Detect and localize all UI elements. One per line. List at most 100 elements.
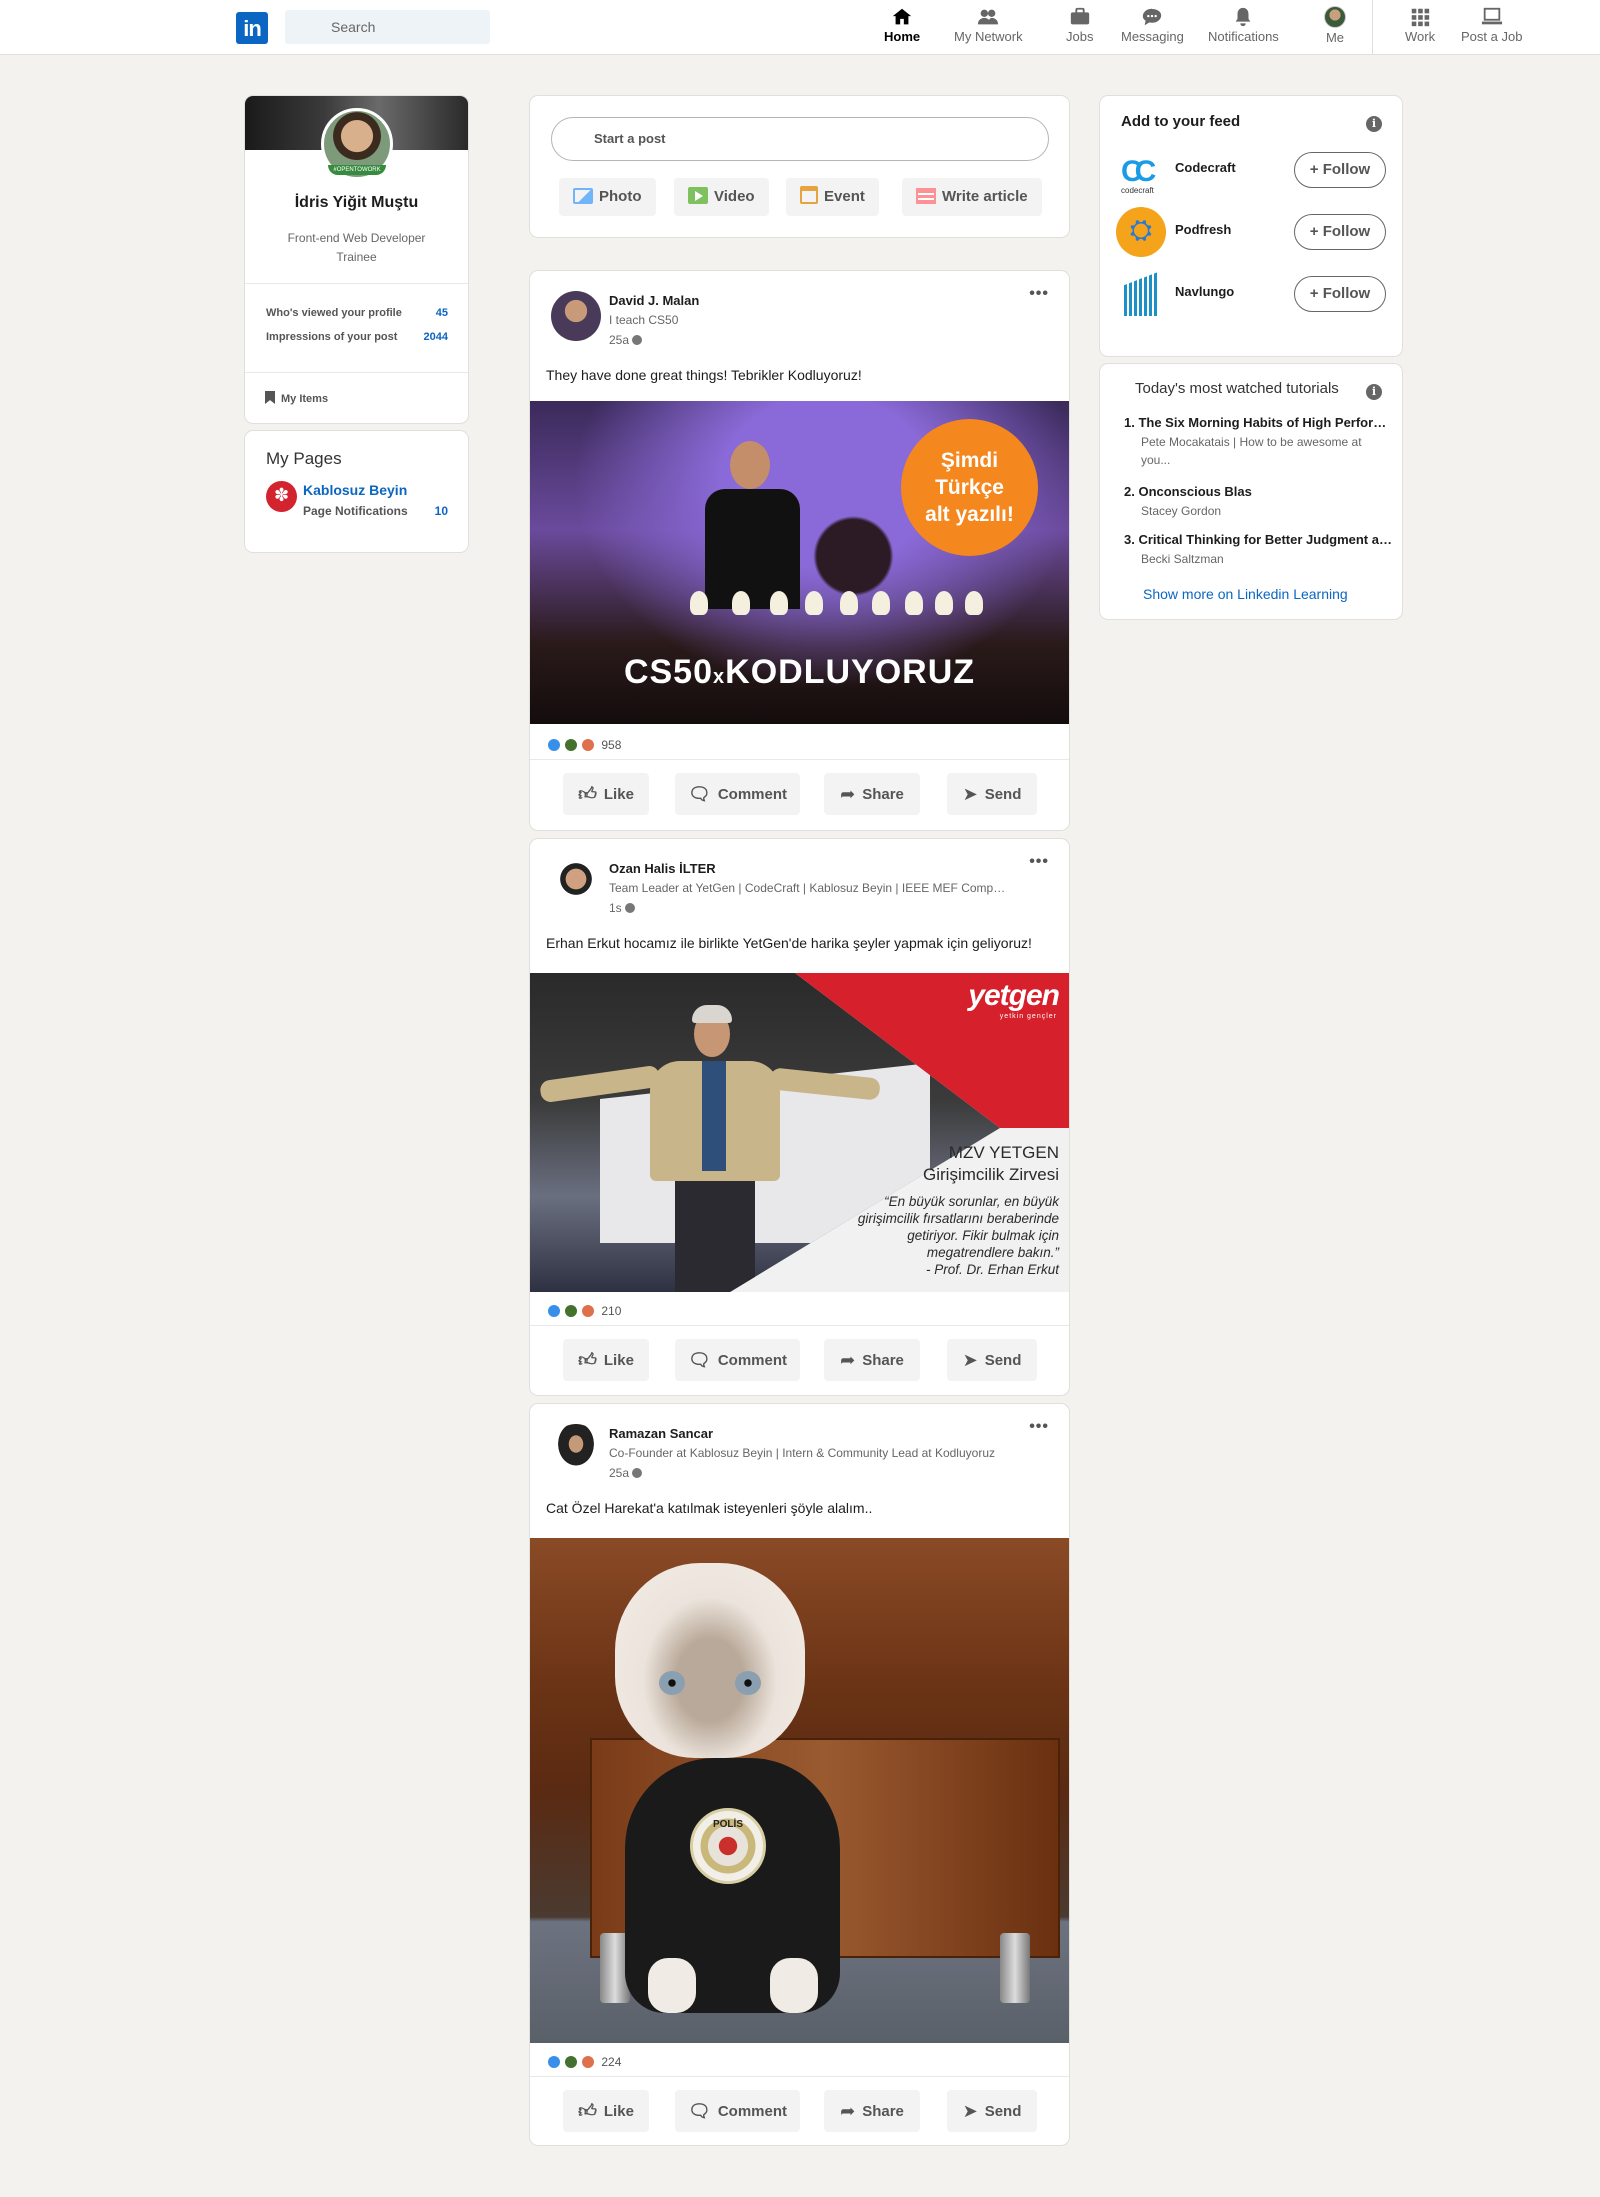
author-avatar[interactable]	[551, 859, 601, 909]
kablosuz-beyin-logo-icon[interactable]	[266, 481, 297, 512]
author-avatar[interactable]	[551, 291, 601, 341]
nav-me[interactable]: Me	[1324, 6, 1346, 45]
author-headline: Co-Founder at Kablosuz Beyin | Intern & …	[609, 1446, 995, 1460]
video-button[interactable]: Video	[674, 178, 769, 216]
reaction-number: 210	[601, 1304, 622, 1318]
follow-button[interactable]: + Follow	[1294, 214, 1386, 250]
page-notifications[interactable]: Page Notifications 10	[303, 504, 448, 518]
page-notifications-count: 10	[434, 504, 448, 518]
profile-avatar[interactable]	[321, 108, 393, 180]
author-name[interactable]: Ramazan Sancar	[609, 1426, 713, 1441]
more-options-icon[interactable]: •••	[1029, 285, 1049, 303]
follow-button[interactable]: + Follow	[1294, 276, 1386, 312]
bulb	[965, 591, 983, 615]
nav-work[interactable]: Work	[1405, 6, 1435, 44]
post-image[interactable]: Şimdi Türkçe alt yazılı! CS50xKODLUYORUZ	[530, 401, 1069, 724]
author-name[interactable]: Ozan Halis İLTER	[609, 861, 716, 876]
event-title: MZV YETGEN	[948, 1143, 1059, 1162]
page-name-link[interactable]: Kablosuz Beyin	[303, 482, 407, 498]
nav-post-a-job[interactable]: Post a Job	[1461, 6, 1522, 44]
reactions-count[interactable]: 210	[547, 1304, 621, 1318]
cat-eye	[659, 1671, 685, 1695]
share-button[interactable]: ➦ Share	[824, 2090, 920, 2132]
post-image[interactable]: POLİS	[530, 1538, 1069, 2043]
action-label: Send	[984, 2103, 1022, 2120]
badge-line: Türkçe	[935, 476, 1004, 499]
start-post-card: Start a post Photo Video Event Write art…	[530, 96, 1069, 237]
divider	[530, 2076, 1069, 2077]
navlungo-logo-icon[interactable]	[1124, 272, 1158, 316]
nav-messaging[interactable]: Messaging	[1121, 6, 1184, 44]
follow-button[interactable]: + Follow	[1294, 152, 1386, 188]
post-impressions-stat[interactable]: Impressions of your post 2044	[266, 331, 448, 343]
reactions-count[interactable]: 958	[547, 738, 621, 752]
podfresh-logo-icon[interactable]	[1116, 207, 1166, 257]
reactions-count[interactable]: 224	[547, 2055, 621, 2069]
author-avatar[interactable]	[551, 1424, 601, 1474]
author-name[interactable]: David J. Malan	[609, 293, 699, 308]
quote-author: - Prof. Dr. Erhan Erkut	[925, 1262, 1059, 1277]
post-image[interactable]: yetgen yetkin gençler MZV YETGEN Girişim…	[530, 973, 1069, 1292]
share-button[interactable]: ➦ Share	[824, 773, 920, 815]
calendar-icon	[800, 186, 818, 204]
post-time: 25a	[609, 333, 643, 347]
event-button[interactable]: Event	[786, 178, 879, 216]
nav-notifications[interactable]: Notifications	[1208, 6, 1279, 44]
info-icon[interactable]: i	[1366, 384, 1382, 400]
speaker-figure	[700, 441, 800, 671]
like-button[interactable]: 👍︎ Like	[563, 2090, 649, 2132]
comment-icon: 🗨︎	[687, 1350, 711, 1370]
my-items-link[interactable]: My Items	[265, 391, 328, 405]
feed-post: David J. Malan I teach CS50 25a ••• They…	[530, 271, 1069, 830]
badge-line: Şimdi	[940, 449, 999, 472]
send-icon: ➤	[962, 1350, 978, 1370]
send-button[interactable]: ➤ Send	[947, 773, 1037, 815]
feed-suggestion-name[interactable]: Navlungo	[1175, 284, 1234, 299]
tutorial-item[interactable]: 3. Critical Thinking for Better Judgment…	[1124, 532, 1392, 568]
comment-button[interactable]: 🗨︎ Comment	[675, 2090, 800, 2132]
feed-suggestion-name[interactable]: Codecraft	[1175, 160, 1236, 175]
add-to-feed-title: Add to your feed	[1121, 113, 1241, 130]
search-input[interactable]	[285, 10, 490, 44]
tutorial-item[interactable]: 1. The Six Morning Habits of High Perfor…	[1124, 415, 1392, 469]
badge-line: alt yazılı!	[925, 503, 1014, 526]
photo-icon	[573, 188, 593, 204]
nav-label: My Network	[954, 29, 1023, 44]
linkedin-logo-icon[interactable]: in	[236, 12, 268, 44]
info-icon[interactable]: i	[1366, 116, 1382, 132]
thumbs-up-icon: 👍︎	[578, 784, 597, 804]
comment-button[interactable]: 🗨︎ Comment	[675, 1339, 800, 1381]
write-article-button[interactable]: Write article	[902, 178, 1042, 216]
send-button[interactable]: ➤ Send	[947, 2090, 1037, 2132]
profile-views-stat[interactable]: Who's viewed your profile 45	[266, 307, 448, 319]
more-options-icon[interactable]: •••	[1029, 1418, 1049, 1436]
author-headline: Team Leader at YetGen | CodeCraft | Kabl…	[609, 881, 1009, 895]
article-icon	[916, 188, 936, 204]
show-more-learning-link[interactable]: Show more on Linkedin Learning	[1143, 586, 1348, 602]
action-label: Like	[603, 1352, 634, 1369]
bulb	[905, 591, 923, 615]
more-options-icon[interactable]: •••	[1029, 853, 1049, 871]
like-reaction-icon	[547, 2055, 561, 2069]
send-button[interactable]: ➤ Send	[947, 1339, 1037, 1381]
feed-suggestion-name[interactable]: Podfresh	[1175, 222, 1231, 237]
photo-button[interactable]: Photo	[559, 178, 656, 216]
video-icon	[688, 187, 708, 204]
comment-button[interactable]: 🗨︎ Comment	[675, 773, 800, 815]
profile-name[interactable]: İdris Yiğit Muştu	[245, 194, 468, 212]
profile-card: İdris Yiğit Muştu Front-end Web Develope…	[245, 96, 468, 423]
nav-label: Me	[1325, 30, 1345, 45]
nav-home[interactable]: Home	[884, 6, 920, 44]
nav-jobs[interactable]: Jobs	[1066, 6, 1093, 44]
comment-icon: 🗨︎	[687, 784, 711, 804]
like-button[interactable]: 👍︎ Like	[563, 1339, 649, 1381]
share-button[interactable]: ➦ Share	[824, 1339, 920, 1381]
like-button[interactable]: 👍︎ Like	[563, 773, 649, 815]
start-post-input[interactable]: Start a post	[551, 117, 1049, 161]
codecraft-logo-icon[interactable]: CC codecraft	[1116, 150, 1166, 200]
action-label: Share	[862, 1352, 904, 1369]
police-badge-icon: POLİS	[690, 1808, 766, 1884]
tutorial-item[interactable]: 2. Onconscious Blas Stacey Gordon	[1124, 484, 1392, 520]
nav-my-network[interactable]: My Network	[954, 6, 1023, 44]
bulb	[732, 591, 750, 615]
